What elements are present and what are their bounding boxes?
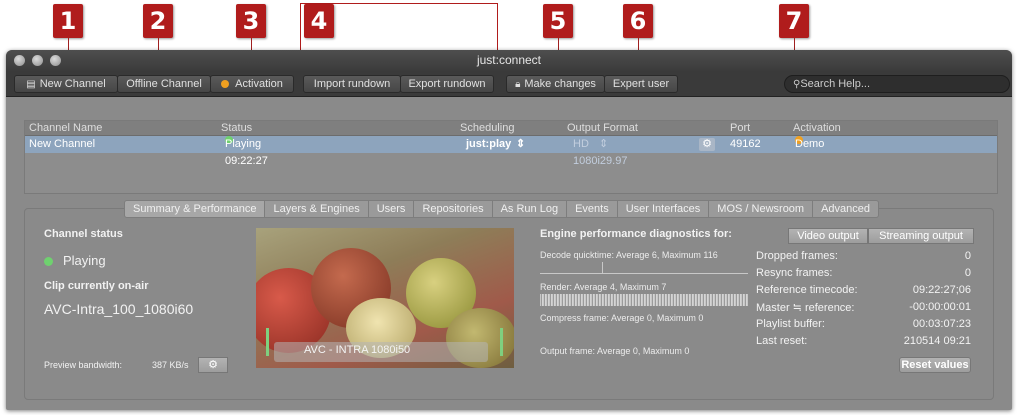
tab-repositories[interactable]: Repositories [414, 200, 493, 218]
video-output-button[interactable]: Video output [788, 228, 868, 244]
tab-users[interactable]: Users [368, 200, 415, 218]
tab-user-interfaces[interactable]: User Interfaces [617, 200, 710, 218]
make-changes-label: Make changes [524, 78, 596, 90]
compress-stat: Compress frame: Average 0, Maximum 0 [540, 313, 704, 323]
channel-status-value: Playing [44, 253, 106, 268]
export-rundown-label: Export rundown [408, 78, 486, 90]
output-stat: Output frame: Average 0, Maximum 0 [540, 346, 690, 356]
search-help-input[interactable]: ⚲Search Help... [784, 75, 1010, 93]
tab-as-run-log[interactable]: As Run Log [492, 200, 568, 218]
preview-bandwidth-label: Preview bandwidth: [44, 360, 123, 370]
status-value-text: Playing [63, 253, 106, 268]
channel-status-label: Channel status [44, 228, 123, 240]
tab-mos-newsroom[interactable]: MOS / Newsroom [709, 200, 814, 218]
col-channel-name[interactable]: Channel Name [29, 121, 102, 135]
export-rundown-button[interactable]: Export rundown [400, 75, 494, 93]
window-title: just:connect [476, 53, 542, 67]
row-activation-text: Demo [795, 138, 825, 150]
expert-user-button[interactable]: Expert user [604, 75, 678, 93]
decode-graph-spike [602, 262, 603, 273]
toolbar: ▤ New Channel Offline Channel Activation … [6, 72, 1012, 97]
col-output-format[interactable]: Output Format [567, 121, 638, 135]
diagnostics-title: Engine performance diagnostics for: [540, 228, 732, 240]
preview-settings-button[interactable]: ⚙ [198, 357, 228, 373]
render-graph [540, 294, 748, 306]
callout-4: 4 [304, 4, 334, 38]
callout-1: 1 [53, 4, 83, 38]
row-scheduling-value: just:play [466, 138, 512, 150]
title-bar: just:connect [6, 50, 1012, 72]
tab-summary-performance[interactable]: Summary & Performance [124, 200, 266, 218]
callout-7: 7 [779, 4, 809, 38]
gear-icon: ⚙ [208, 359, 218, 371]
decode-stat: Decode quicktime: Average 6, Maximum 116 [540, 250, 718, 260]
preview-level-bar-left [266, 328, 269, 356]
col-scheduling[interactable]: Scheduling [460, 121, 514, 135]
preview-overlay-text: AVC - INTRA 1080i50 [304, 344, 411, 356]
scheduling-stepper-icon: ⇕ [516, 138, 526, 150]
activation-button[interactable]: Activation [210, 75, 294, 93]
col-activation[interactable]: Activation [793, 121, 841, 135]
preview-bandwidth-value: 387 KB/s [152, 360, 189, 370]
col-status[interactable]: Status [221, 121, 252, 135]
offline-channel-button[interactable]: Offline Channel [117, 75, 211, 93]
callout-5: 5 [543, 4, 573, 38]
new-channel-button[interactable]: ▤ New Channel [14, 75, 118, 93]
callout-3: 3 [236, 4, 266, 38]
import-rundown-button[interactable]: Import rundown [303, 75, 401, 93]
activation-status-icon [221, 80, 230, 88]
row-channel-name: New Channel [29, 138, 96, 150]
tab-advanced[interactable]: Advanced [813, 200, 880, 218]
clip-on-air-label: Clip currently on-air [44, 280, 149, 292]
new-channel-icon: ▤ [26, 79, 36, 90]
channel-table: Channel Name Status Scheduling Output Fo… [24, 120, 998, 194]
stat-resync-frames: Resync frames: 0 [756, 267, 971, 279]
output-format-stepper-icon: ⇕ [599, 138, 609, 150]
col-port[interactable]: Port [730, 121, 750, 135]
new-channel-label: New Channel [39, 78, 106, 90]
lock-icon: 🔒︎ [515, 79, 521, 90]
row-port: 49162 [730, 138, 761, 150]
preview-level-bar-right [500, 328, 503, 356]
stat-playlist-buffer: Playlist buffer: 00:03:07:23 [756, 318, 971, 330]
clip-on-air-value: AVC-Intra_100_1080i60 [44, 301, 194, 317]
render-stat: Render: Average 4, Maximum 7 [540, 282, 667, 292]
row-status-text: Playing 09:22:27 [225, 138, 268, 167]
stat-last-reset: Last reset: 210514 09:21 [756, 335, 971, 347]
expert-user-label: Expert user [612, 78, 670, 90]
tab-events[interactable]: Events [567, 200, 618, 218]
callout-6: 6 [623, 4, 653, 38]
output-format-gear-icon[interactable]: ⚙ [699, 138, 715, 151]
reset-values-button[interactable]: Reset values [899, 357, 971, 373]
activation-label: Activation [235, 78, 283, 90]
details-tabs: Summary & Performance Layers & Engines U… [124, 200, 880, 218]
video-preview: AVC - INTRA 1080i50 [256, 228, 514, 368]
streaming-output-button[interactable]: Streaming output [868, 228, 974, 244]
offline-channel-label: Offline Channel [126, 78, 202, 90]
callout-2: 2 [143, 4, 173, 38]
playing-icon [44, 257, 53, 266]
make-changes-button[interactable]: 🔒︎ Make changes [506, 75, 605, 93]
stat-master-reference: Master ≒ reference: -00:00:00:01 [756, 301, 971, 314]
stat-reference-timecode: Reference timecode: 09:22:27;06 [756, 284, 971, 296]
channel-table-header: Channel Name Status Scheduling Output Fo… [25, 121, 997, 136]
table-row[interactable]: New Channel Playing 09:22:27 just:play ⇕ … [25, 136, 997, 167]
search-placeholder: Search Help... [800, 78, 871, 90]
tab-layers-engines[interactable]: Layers & Engines [265, 200, 369, 218]
decode-graph-line [540, 273, 748, 274]
stat-dropped-frames: Dropped frames: 0 [756, 250, 971, 262]
import-rundown-label: Import rundown [313, 78, 391, 90]
